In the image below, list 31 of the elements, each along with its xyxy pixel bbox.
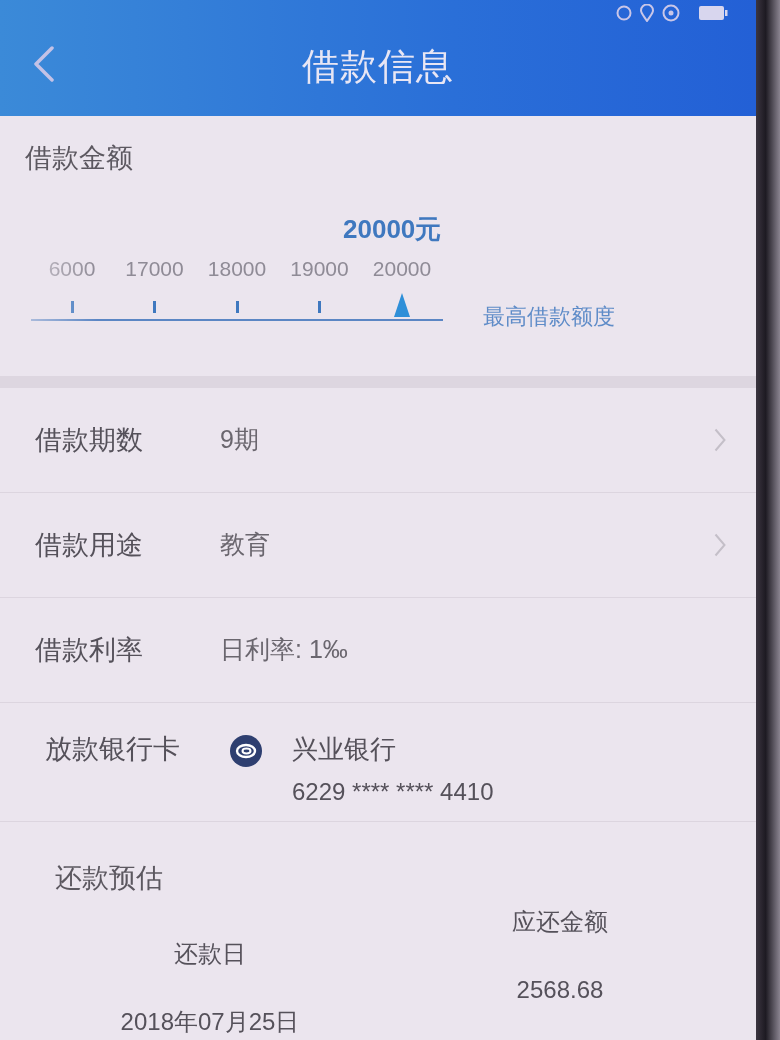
- row-value: 日利率: 1‰: [220, 634, 349, 666]
- column-value: 2018年07月25日: [120, 1007, 300, 1037]
- battery-icon: [698, 5, 728, 21]
- page-title: 借款信息: [302, 45, 454, 90]
- column-heading: 还款日: [174, 939, 246, 969]
- location-pin-icon: [640, 4, 654, 22]
- ring-status-icon: [616, 4, 632, 22]
- row-value: 9期: [220, 424, 260, 456]
- row-label: 借款用途: [35, 528, 144, 562]
- bank-logo-icon: [230, 735, 262, 768]
- bank-name: 兴业银行: [292, 735, 396, 764]
- chevron-right-icon: [714, 428, 726, 453]
- column-value: 2568.68: [516, 975, 604, 1005]
- section-label: 借款金额: [25, 141, 133, 175]
- column-heading: 应还金额: [512, 907, 608, 937]
- row-label: 借款期数: [35, 423, 144, 457]
- row-label: 放款银行卡: [45, 735, 181, 765]
- amount-value: 20000元: [343, 213, 442, 247]
- tick-label: 6000: [48, 256, 96, 283]
- row-value: 教育: [220, 529, 271, 561]
- chevron-right-icon: [714, 533, 726, 558]
- tick-label: 18000: [207, 256, 267, 283]
- tick-label: 17000: [125, 256, 184, 283]
- dot-ring-status-icon: [662, 4, 680, 22]
- card-number: 6229 **** **** 4410: [292, 776, 494, 807]
- row-label: 借款利率: [35, 633, 144, 667]
- tick-label: 20000: [372, 256, 432, 283]
- back-icon: [33, 46, 55, 82]
- section-label: 还款预估: [55, 861, 163, 894]
- selector-pointer-icon[interactable]: [394, 292, 410, 317]
- tick-label: 19000: [290, 256, 349, 283]
